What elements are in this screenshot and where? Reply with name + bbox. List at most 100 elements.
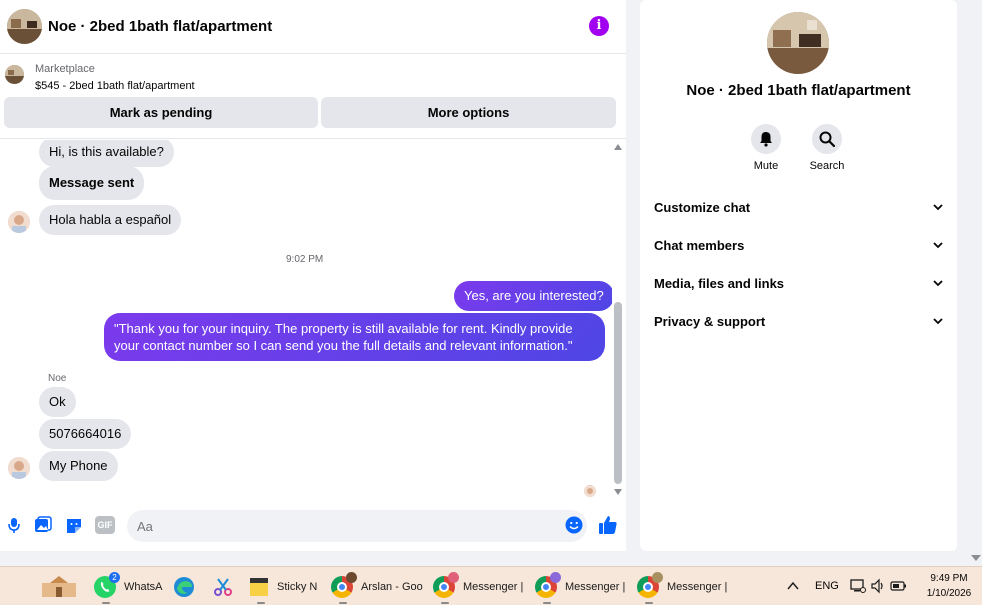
mute-button[interactable]: Mute	[746, 124, 786, 172]
profile-picture[interactable]	[767, 12, 829, 74]
search-icon	[819, 131, 835, 147]
section-label: Customize chat	[654, 200, 751, 215]
incoming-message: Hola habla a español	[39, 205, 182, 235]
listing-price-title[interactable]: $545 - 2bed 1bath flat/apartment	[35, 80, 195, 92]
clock-date[interactable]: 1/10/2026	[920, 588, 978, 599]
taskbar-chrome-messenger-1[interactable]: Messenger |	[433, 567, 523, 605]
chevron-down-icon	[933, 204, 943, 211]
chrome-icon	[637, 571, 663, 598]
chat-scrollbar-thumb[interactable]	[614, 302, 622, 484]
sticky-note-icon	[250, 577, 268, 596]
section-privacy-support[interactable]: Privacy & support	[654, 310, 944, 334]
more-options-button[interactable]: More options	[321, 97, 616, 128]
profile-badge	[346, 571, 357, 583]
info-icon[interactable]: i	[589, 16, 609, 36]
widgets-icon	[42, 575, 76, 597]
taskbar-label: Messenger |	[565, 580, 626, 593]
chevron-up-icon[interactable]	[787, 581, 799, 591]
windows-taskbar: 2 WhatsA Sticky N Arslan - Goo Messenger…	[0, 566, 982, 605]
edge-icon	[174, 576, 194, 597]
chevron-down-icon	[933, 242, 943, 249]
volume-icon[interactable]	[870, 578, 886, 594]
network-icon[interactable]	[850, 578, 866, 594]
taskbar-chrome-arslan[interactable]: Arslan - Goo	[331, 567, 423, 605]
chat-header: Noe · 2bed 1bath flat/apartment i	[0, 0, 626, 54]
taskbar-label: Sticky N	[277, 580, 318, 593]
language-indicator[interactable]: ENG	[815, 580, 839, 592]
incoming-message: Hi, is this available?	[39, 140, 174, 167]
taskbar-label: Messenger |	[667, 580, 728, 593]
sender-avatar[interactable]	[8, 211, 30, 233]
chat-avatar[interactable]	[7, 9, 42, 44]
sticker-icon[interactable]	[65, 516, 83, 534]
message-timestamp: 9:02 PM	[286, 254, 324, 265]
person-photo-icon	[8, 457, 30, 479]
chevron-down-icon	[933, 318, 943, 325]
mute-label: Mute	[753, 160, 779, 172]
mark-as-pending-button[interactable]: Mark as pending	[4, 97, 318, 128]
outgoing-message: "Thank you for your inquiry. The propert…	[104, 313, 605, 361]
room-photo-icon	[7, 9, 42, 44]
message-list[interactable]: Hi, is this available? Message sent Hola…	[0, 140, 612, 502]
listing-source: Marketplace	[35, 63, 95, 75]
running-indicator	[102, 602, 110, 604]
incoming-message: Message sent	[39, 166, 145, 200]
profile-badge	[550, 571, 561, 583]
taskbar-snipping-tool[interactable]	[212, 567, 234, 605]
seen-receipt-avatar	[584, 485, 596, 497]
profile-badge	[652, 571, 663, 583]
taskbar-whatsapp[interactable]: 2 WhatsA	[94, 567, 163, 605]
taskbar-label: Arslan - Goo	[361, 580, 423, 593]
profile-badge	[448, 571, 459, 583]
scroll-down-icon[interactable]	[614, 488, 622, 496]
chat-title[interactable]: Noe · 2bed 1bath flat/apartment	[48, 18, 272, 35]
section-customize-chat[interactable]: Customize chat	[654, 196, 944, 220]
scroll-up-icon[interactable]	[614, 143, 622, 151]
chrome-icon	[331, 571, 357, 598]
photo-attach-icon[interactable]	[34, 516, 52, 534]
scissors-icon	[214, 577, 232, 596]
taskbar-edge[interactable]	[173, 567, 195, 605]
chat-info-panel: Noe · 2bed 1bath flat/apartment Mute Sea…	[640, 0, 957, 551]
chat-panel: Noe · 2bed 1bath flat/apartment i Market…	[0, 0, 626, 551]
microphone-icon[interactable]	[5, 516, 23, 534]
gif-icon[interactable]: GIF	[95, 516, 115, 534]
incoming-message: My Phone	[39, 451, 118, 481]
taskbar-widgets[interactable]	[40, 567, 78, 605]
running-indicator	[543, 602, 551, 604]
running-indicator	[339, 602, 347, 604]
message-composer: GIF	[0, 506, 626, 548]
sender-avatar[interactable]	[8, 457, 30, 479]
running-indicator	[645, 602, 653, 604]
message-input[interactable]	[127, 510, 587, 542]
person-photo-icon	[8, 211, 30, 233]
taskbar-sticky-notes[interactable]: Sticky N	[249, 567, 317, 605]
taskbar-label: Messenger |	[463, 580, 524, 593]
incoming-message: 5076664016	[39, 419, 132, 449]
taskbar-chrome-messenger-2[interactable]: Messenger |	[535, 567, 625, 605]
running-indicator	[441, 602, 449, 604]
whatsapp-icon: 2	[94, 571, 120, 598]
running-indicator	[257, 602, 265, 604]
room-photo-icon	[5, 65, 24, 84]
person-photo-icon	[584, 486, 596, 497]
chrome-icon	[433, 571, 459, 598]
sender-name: Noe	[48, 373, 67, 384]
section-label: Privacy & support	[654, 314, 766, 329]
clock-time[interactable]: 9:49 PM	[920, 573, 978, 584]
thumbs-up-icon[interactable]	[598, 515, 618, 535]
bell-icon	[760, 132, 772, 147]
battery-icon[interactable]	[890, 579, 908, 593]
room-photo-icon	[767, 12, 829, 74]
section-media-files-links[interactable]: Media, files and links	[654, 272, 944, 296]
section-chat-members[interactable]: Chat members	[654, 234, 944, 258]
listing-thumbnail[interactable]	[5, 65, 24, 84]
marketplace-listing: Marketplace $545 - 2bed 1bath flat/apart…	[0, 55, 626, 139]
page-scroll-down-icon[interactable]	[971, 554, 981, 562]
outgoing-message: Yes, are you interested?	[454, 281, 612, 311]
search-in-conversation-button[interactable]: Search	[807, 124, 847, 172]
chevron-down-icon	[933, 280, 943, 287]
emoji-icon[interactable]	[565, 516, 583, 534]
taskbar-chrome-messenger-3[interactable]: Messenger |	[637, 567, 727, 605]
search-label: Search	[809, 160, 845, 172]
